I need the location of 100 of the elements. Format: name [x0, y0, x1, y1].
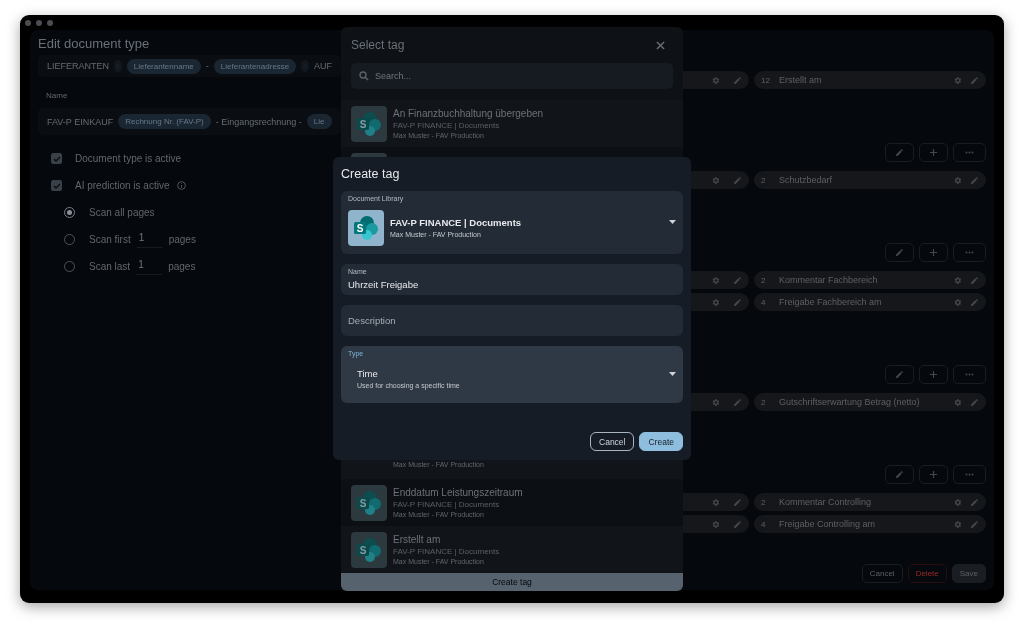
pencil-icon[interactable]	[733, 75, 742, 85]
checkbox-label: Document type is active	[75, 153, 182, 164]
footer-button[interactable]: Save	[951, 564, 986, 583]
radio-label: Scan all pages	[89, 207, 155, 218]
gear-icon[interactable]	[711, 397, 720, 407]
page-count-field[interactable]: 1	[136, 258, 163, 275]
pencil-icon[interactable]	[970, 75, 979, 85]
page-count-field[interactable]: 1	[136, 231, 163, 248]
field-name: Freigabe Controlling am	[779, 519, 877, 529]
name-text: FAV-P EINKAUF	[47, 116, 114, 127]
gear-icon[interactable]	[711, 75, 720, 85]
add-button[interactable]	[919, 365, 948, 384]
pencil-icon[interactable]	[733, 397, 742, 407]
more-button[interactable]	[953, 143, 986, 162]
sharepoint-icon: S	[351, 105, 387, 142]
field-number: 12	[761, 75, 771, 85]
page-title: Edit document type	[38, 36, 151, 51]
field-name: Kommentar Fachbereich	[779, 275, 879, 285]
gear-icon[interactable]	[953, 75, 962, 85]
pencil-icon[interactable]	[895, 248, 904, 257]
pencil-icon[interactable]	[970, 175, 979, 185]
dropdown-caret-icon[interactable]	[669, 372, 676, 377]
pencil-icon[interactable]	[733, 297, 742, 307]
chevron-right-icon	[301, 60, 309, 72]
pencil-icon[interactable]	[895, 148, 904, 157]
close-icon[interactable]	[656, 40, 665, 50]
checkbox[interactable]	[51, 180, 62, 191]
checkbox-label: AI prediction is active	[75, 180, 170, 191]
more-button[interactable]	[953, 465, 986, 484]
edit-button[interactable]	[885, 143, 914, 162]
tag-title: Erstellt am	[393, 534, 442, 545]
gear-icon[interactable]	[711, 275, 720, 285]
more-button[interactable]	[953, 243, 986, 262]
pencil-icon[interactable]	[733, 275, 742, 285]
plus-icon	[929, 470, 938, 479]
pencil-icon[interactable]	[970, 519, 979, 529]
tag-title: An Finanzbuchhaltung übergeben	[393, 108, 544, 119]
pencil-icon[interactable]	[970, 397, 979, 407]
tag-chip: Lieferantenadresse	[213, 58, 297, 74]
gear-icon[interactable]	[953, 297, 962, 307]
field-name: Schutzbedarf	[779, 175, 834, 185]
footer-button[interactable]: Cancel	[861, 564, 903, 583]
add-button[interactable]	[919, 243, 948, 262]
name-pattern-field[interactable]: FAV-P EINKAUF Rechnung Nr. (FAV-P) - Eingangsrechnung - Lie	[38, 108, 341, 135]
breadcrumb-text: -	[205, 61, 209, 71]
pencil-icon[interactable]	[733, 175, 742, 185]
edit-button[interactable]	[885, 243, 914, 262]
pencil-icon[interactable]	[970, 297, 979, 307]
gear-icon[interactable]	[953, 275, 962, 285]
tag-chip: Rechnung Nr. (FAV-P)	[118, 114, 211, 129]
add-button[interactable]	[919, 465, 948, 484]
plus-icon	[929, 148, 938, 157]
gear-icon[interactable]	[711, 497, 720, 507]
dialog-title: Select tag	[351, 38, 405, 52]
field-name: Freigabe Fachbereich am	[779, 297, 883, 307]
sharepoint-icon: S	[348, 209, 384, 246]
search-icon	[359, 71, 369, 81]
field-label: Name	[46, 91, 69, 100]
field-name: Gutschriftserwartung Betrag (netto)	[779, 397, 921, 407]
pencil-icon[interactable]	[970, 497, 979, 507]
dropdown-caret-icon[interactable]	[669, 220, 676, 225]
tag-chip: Lie	[306, 114, 332, 129]
pencil-icon[interactable]	[895, 370, 904, 379]
tag-library: FAV-P FINANCE | Documents	[393, 547, 500, 556]
create-button[interactable]: Create	[639, 432, 683, 451]
checkmark-icon	[52, 154, 61, 163]
create-tag-button[interactable]: Create tag	[341, 573, 683, 591]
search-field[interactable]: Search...	[351, 63, 673, 89]
more-button[interactable]	[953, 365, 986, 384]
sharepoint-icon: S	[351, 531, 387, 568]
gear-icon[interactable]	[953, 175, 962, 185]
sharepoint-icon: S	[351, 484, 387, 521]
edit-button[interactable]	[885, 365, 914, 384]
pencil-icon[interactable]	[733, 497, 742, 507]
delete-button[interactable]: Delete	[907, 564, 947, 583]
radio-label: Scan last	[89, 261, 131, 272]
add-button[interactable]	[919, 143, 948, 162]
gear-icon[interactable]	[711, 297, 720, 307]
tag-library: FAV-P FINANCE | Documents	[393, 121, 501, 130]
cancel-button[interactable]: Cancel	[590, 432, 635, 451]
tag-library: FAV-P FINANCE | Documents	[393, 500, 501, 509]
checkmark-icon	[52, 181, 61, 190]
breadcrumb-text: AUF	[314, 61, 332, 71]
gear-icon[interactable]	[953, 519, 962, 529]
plus-icon	[929, 370, 938, 379]
radio-label: Scan first	[89, 234, 131, 245]
edit-button[interactable]	[885, 465, 914, 484]
pencil-icon[interactable]	[895, 470, 904, 479]
pencil-icon[interactable]	[733, 519, 742, 529]
gear-icon[interactable]	[953, 397, 962, 407]
dialog-title: Create tag	[341, 167, 401, 181]
gear-icon[interactable]	[953, 497, 962, 507]
description-field[interactable]: Description	[341, 305, 683, 336]
field-name: Kommentar Controlling	[779, 497, 873, 507]
tag-chip: Lieferantenname	[126, 58, 201, 74]
pencil-icon[interactable]	[970, 275, 979, 285]
gear-icon[interactable]	[711, 175, 720, 185]
checkbox[interactable]	[51, 153, 62, 164]
radio-label: pages	[168, 234, 196, 245]
gear-icon[interactable]	[711, 519, 720, 529]
